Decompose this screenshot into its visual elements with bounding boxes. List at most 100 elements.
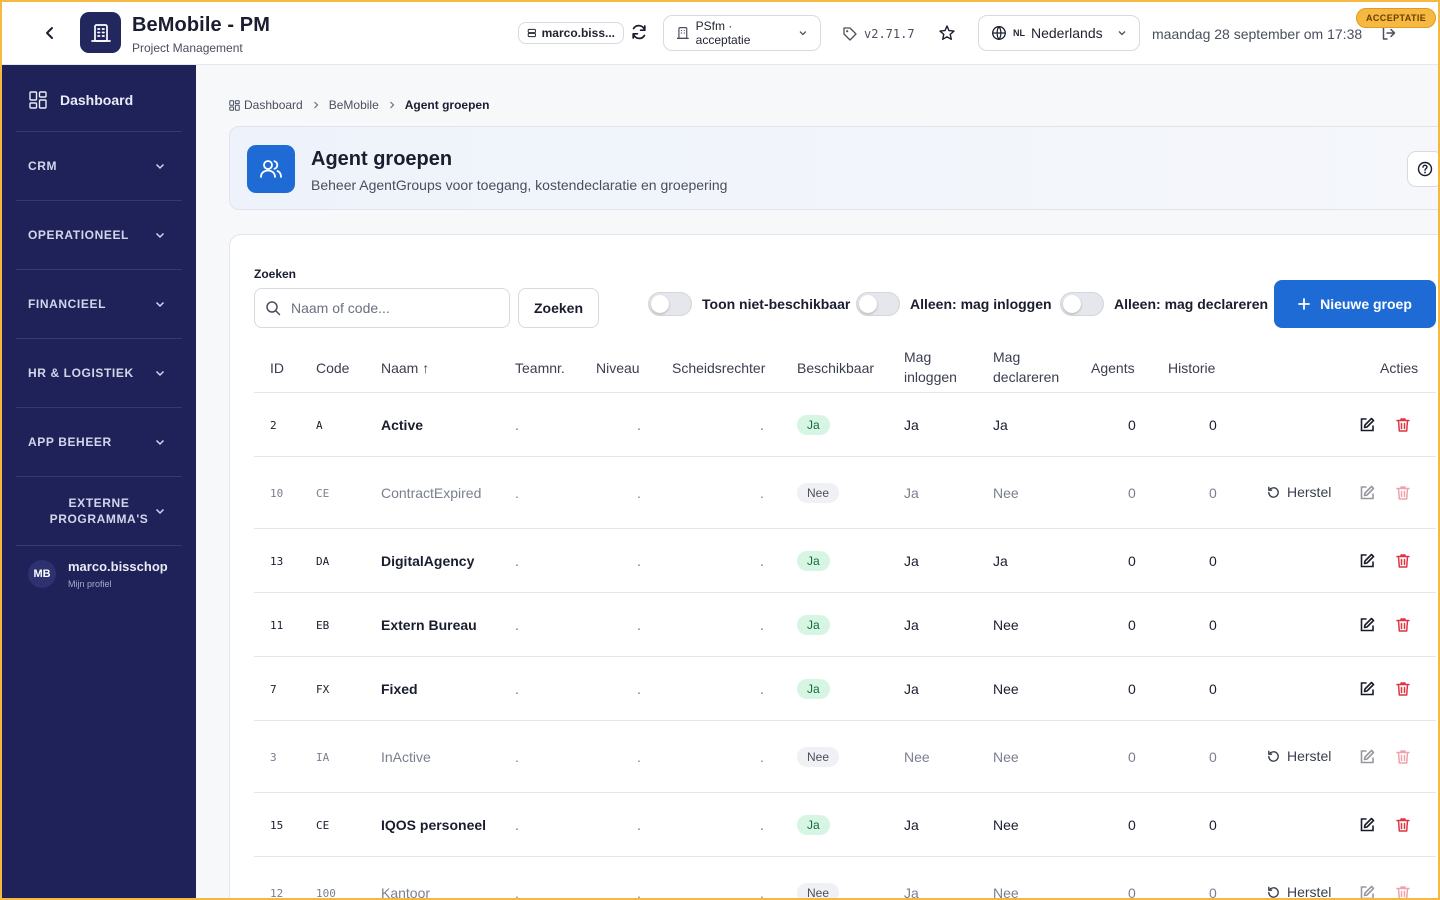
toggle-show-unavailable[interactable]: Toon niet-beschikbaar bbox=[648, 291, 850, 317]
star-icon bbox=[939, 25, 955, 40]
column-team[interactable]: Teamnr. bbox=[515, 358, 565, 378]
cell-referee: . bbox=[760, 817, 764, 833]
toggle-switch[interactable] bbox=[648, 292, 692, 316]
sidebar-section-financieel[interactable]: FINANCIEEL bbox=[16, 270, 182, 338]
toggle-switch[interactable] bbox=[1060, 292, 1104, 316]
column-name[interactable]: Naam ↑ bbox=[381, 358, 429, 378]
cell-may-declare: Ja bbox=[993, 553, 1008, 569]
column-actions: Acties bbox=[1380, 360, 1419, 376]
column-level[interactable]: Niveau bbox=[596, 358, 640, 378]
user-chip[interactable]: marco.biss... bbox=[518, 22, 624, 44]
sidebar-item-label: Dashboard bbox=[60, 92, 134, 108]
sidebar: Dashboard CRM OPERATIONEEL FINANCIEEL HR… bbox=[2, 65, 196, 898]
search-input[interactable] bbox=[291, 300, 491, 316]
profile-name: marco.bisschop bbox=[68, 559, 168, 574]
edit-icon[interactable] bbox=[1358, 816, 1376, 834]
cell-name: ContractExpired bbox=[381, 485, 482, 501]
cell-id: 7 bbox=[270, 683, 277, 696]
back-button[interactable] bbox=[38, 21, 62, 45]
sidebar-item-dashboard[interactable]: Dashboard bbox=[16, 75, 182, 125]
restore-button[interactable]: Herstel bbox=[1266, 484, 1331, 500]
trash-icon[interactable] bbox=[1394, 484, 1412, 502]
trash-icon[interactable] bbox=[1394, 884, 1412, 898]
edit-icon[interactable] bbox=[1358, 680, 1376, 698]
edit-icon[interactable] bbox=[1358, 748, 1376, 766]
column-code[interactable]: Code bbox=[316, 358, 349, 378]
table-row: 11 EB Extern Bureau... Ja Ja Nee 0 0 bbox=[254, 593, 1436, 657]
sidebar-section-hr-logistiek[interactable]: HR & LOGISTIEK bbox=[16, 339, 182, 407]
search-field[interactable] bbox=[254, 288, 510, 328]
chevron-down-icon bbox=[155, 232, 165, 239]
cell-code: CE bbox=[316, 487, 330, 500]
page-icon bbox=[247, 145, 295, 193]
column-id[interactable]: ID bbox=[270, 358, 284, 378]
cell-id: 11 bbox=[270, 619, 284, 632]
sidebar-section-label: APP BEHEER bbox=[28, 435, 112, 449]
column-available[interactable]: Beschikbaar bbox=[797, 358, 874, 378]
toggle-switch[interactable] bbox=[856, 292, 900, 316]
version-label: v2.71.7 bbox=[842, 26, 915, 42]
trash-icon[interactable] bbox=[1394, 552, 1412, 570]
edit-icon[interactable] bbox=[1358, 552, 1376, 570]
edit-icon[interactable] bbox=[1358, 884, 1376, 898]
cell-may-declare: Nee bbox=[993, 749, 1019, 765]
cell-history: 0 bbox=[1209, 749, 1217, 765]
profile-info: marco.bisschop Mijn profiel bbox=[68, 559, 168, 589]
cell-history: 0 bbox=[1209, 681, 1217, 697]
language-label: Nederlands bbox=[1031, 25, 1103, 41]
cell-history: 0 bbox=[1209, 817, 1217, 833]
edit-icon[interactable] bbox=[1358, 484, 1376, 502]
trash-icon[interactable] bbox=[1394, 616, 1412, 634]
top-header: BeMobile - PM Project Management marco.b… bbox=[2, 2, 1438, 65]
cell-code: 100 bbox=[316, 887, 336, 898]
trash-icon[interactable] bbox=[1394, 748, 1412, 766]
chevron-right-icon bbox=[313, 101, 319, 109]
environment-select[interactable]: PSfm · acceptatie bbox=[663, 15, 821, 51]
page-header: Agent groepen Beheer AgentGroups voor to… bbox=[229, 126, 1438, 210]
search-button[interactable]: Zoeken bbox=[518, 288, 599, 328]
sidebar-section-operationeel[interactable]: OPERATIONEEL bbox=[16, 201, 182, 269]
building-icon bbox=[676, 27, 689, 39]
divider bbox=[16, 545, 182, 546]
edit-icon[interactable] bbox=[1358, 616, 1376, 634]
favorite-button[interactable] bbox=[938, 24, 958, 44]
chevron-down-icon bbox=[155, 163, 165, 170]
cell-id: 12 bbox=[270, 887, 284, 898]
toggle-only-declare[interactable]: Alleen: mag declareren bbox=[1060, 291, 1268, 317]
sidebar-section-crm[interactable]: CRM bbox=[16, 132, 182, 200]
toggle-only-login[interactable]: Alleen: mag inloggen bbox=[856, 291, 1052, 317]
cell-name: Fixed bbox=[381, 681, 418, 697]
table-row: 15 CE IQOS personeel... Ja Ja Nee 0 0 bbox=[254, 793, 1436, 857]
toggle-label: Alleen: mag inloggen bbox=[910, 296, 1052, 312]
restore-button[interactable]: Herstel bbox=[1266, 748, 1331, 764]
trash-icon[interactable] bbox=[1394, 680, 1412, 698]
column-agents[interactable]: Agents bbox=[1091, 358, 1135, 378]
refresh-button[interactable] bbox=[630, 23, 650, 43]
breadcrumb-dashboard[interactable]: Dashboard bbox=[244, 98, 303, 112]
profile-link[interactable]: MB marco.bisschop Mijn profiel bbox=[16, 547, 182, 601]
column-referee[interactable]: Scheidsrechter bbox=[672, 358, 765, 378]
column-history[interactable]: Historie bbox=[1168, 358, 1215, 378]
cell-code: IA bbox=[316, 751, 330, 764]
edit-icon[interactable] bbox=[1358, 416, 1376, 434]
sidebar-section-app-beheer[interactable]: APP BEHEER bbox=[16, 408, 182, 476]
sidebar-section-externe-programmas[interactable]: EXTERNE PROGRAMMA'S bbox=[16, 477, 182, 545]
cell-agents: 0 bbox=[1128, 485, 1136, 501]
cell-agents: 0 bbox=[1128, 749, 1136, 765]
language-select[interactable]: NL Nederlands bbox=[978, 15, 1140, 51]
trash-icon[interactable] bbox=[1394, 416, 1412, 434]
status-badge: Nee bbox=[797, 747, 840, 767]
restore-button[interactable]: Herstel bbox=[1266, 884, 1331, 898]
restore-icon bbox=[1266, 485, 1281, 500]
cell-team: . bbox=[515, 485, 519, 501]
help-button[interactable] bbox=[1407, 151, 1438, 187]
restore-label: Herstel bbox=[1287, 484, 1332, 500]
cell-id: 13 bbox=[270, 555, 284, 568]
new-group-button[interactable]: Nieuwe groep bbox=[1274, 280, 1436, 328]
trash-icon[interactable] bbox=[1394, 816, 1412, 834]
column-may-login[interactable]: Mag inloggen bbox=[904, 347, 974, 387]
column-may-declare[interactable]: Mag declareren bbox=[993, 347, 1073, 387]
breadcrumb-bemobile[interactable]: BeMobile bbox=[329, 98, 379, 112]
cell-may-declare: Nee bbox=[993, 817, 1019, 833]
grid-icon bbox=[229, 99, 240, 111]
